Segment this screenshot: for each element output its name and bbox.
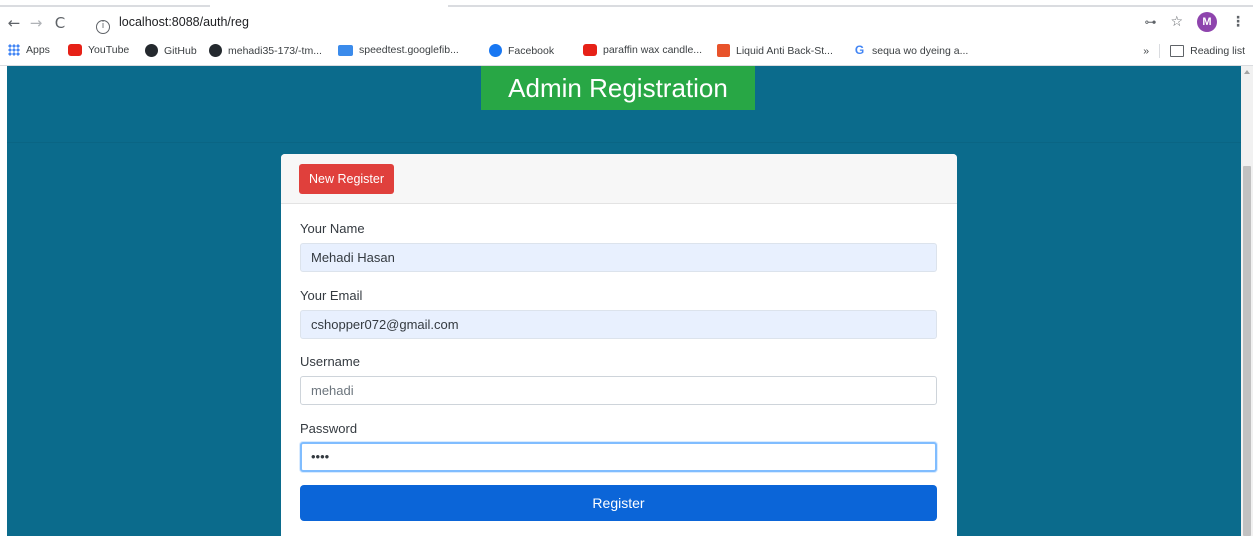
forward-icon[interactable]: → <box>26 13 46 33</box>
bookmark-label: GitHub <box>164 44 197 57</box>
browser-toolbar: ← → C i localhost:8088/auth/reg ⊶ ☆ M ⋮ <box>0 7 1253 38</box>
youtube-icon <box>583 44 597 56</box>
bookmarks-overflow-button[interactable]: » <box>1143 45 1149 57</box>
bookmark-label: YouTube <box>88 44 130 56</box>
key-icon[interactable]: ⊶ <box>1144 15 1156 29</box>
bookmark-liquid[interactable]: Liquid Anti Back-St... <box>717 44 833 57</box>
page-scrollbar[interactable] <box>1241 66 1253 536</box>
github-icon <box>145 44 158 57</box>
bookmark-facebook[interactable]: Facebook <box>489 44 554 57</box>
name-field[interactable]: Mehadi Hasan <box>300 243 937 272</box>
bookmark-mehadi-repo[interactable]: mehadi35-173/-tm... <box>209 44 322 57</box>
speedtest-icon <box>338 44 353 56</box>
youtube-icon <box>68 44 82 56</box>
reading-list-icon <box>1170 45 1185 57</box>
bookmark-label: sequa wo dyeing a... <box>872 44 969 57</box>
bookmarks-divider <box>1159 44 1161 58</box>
header-divider <box>7 142 1241 143</box>
page-title: Admin Registration <box>481 66 755 110</box>
bookmark-speedtest[interactable]: speedtest.googlefib... <box>338 44 459 56</box>
scroll-up-arrow-icon[interactable] <box>1244 70 1250 74</box>
email-label: Your Email <box>300 288 363 303</box>
bookmark-label: Apps <box>26 44 50 56</box>
reading-list-button[interactable]: Reading list <box>1170 45 1245 57</box>
github-icon <box>209 44 222 57</box>
apps-icon <box>8 44 20 56</box>
password-label: Password <box>300 421 358 436</box>
profile-avatar[interactable]: M <box>1197 12 1217 32</box>
toolbar-actions: ⊶ ☆ M ⋮ <box>1144 12 1245 32</box>
google-icon: G <box>854 43 865 57</box>
name-label: Your Name <box>300 221 365 236</box>
reload-icon[interactable]: C <box>50 13 70 33</box>
new-register-button[interactable]: New Register <box>299 164 395 194</box>
bookmark-sequa[interactable]: Gsequa wo dyeing a... <box>853 43 969 57</box>
bookmark-youtube[interactable]: YouTube <box>68 44 129 56</box>
bookmark-label: Liquid Anti Back-St... <box>736 44 833 57</box>
bookmark-paraffin[interactable]: paraffin wax candle... <box>583 44 702 56</box>
bookmark-github[interactable]: GitHub <box>145 44 197 57</box>
url-text: localhost:8088/auth/reg <box>119 15 249 29</box>
email-field[interactable]: cshopper072@gmail.com <box>300 310 937 339</box>
password-field[interactable]: •••• <box>300 442 937 472</box>
site-info-icon[interactable]: i <box>96 20 110 34</box>
bookmarks-right: » Reading list <box>1143 44 1245 58</box>
bookmark-label: mehadi35-173/-tm... <box>228 44 322 57</box>
back-icon[interactable]: ← <box>4 13 24 33</box>
username-label: Username <box>300 354 360 369</box>
username-field[interactable]: mehadi <box>300 376 937 405</box>
bookmark-label: Facebook <box>508 44 555 57</box>
site-icon <box>717 44 730 57</box>
facebook-icon <box>489 44 502 57</box>
bookmark-label: paraffin wax candle... <box>603 44 703 56</box>
tab-strip <box>0 0 1253 7</box>
reading-list-label: Reading list <box>1190 45 1245 57</box>
menu-icon[interactable]: ⋮ <box>1231 14 1245 30</box>
card-header: New Register <box>281 154 957 204</box>
register-button[interactable]: Register <box>300 485 937 521</box>
scrollbar-thumb[interactable] <box>1243 166 1251 536</box>
page-viewport: Admin Registration New Register Your Nam… <box>7 66 1241 536</box>
address-bar[interactable]: i localhost:8088/auth/reg <box>96 12 249 34</box>
bookmark-label: speedtest.googlefib... <box>359 44 459 56</box>
registration-card: New Register Your Name Mehadi Hasan Your… <box>281 154 957 536</box>
bookmarks-bar: Apps YouTube GitHub mehadi35-173/-tm... … <box>0 38 1253 66</box>
star-icon[interactable]: ☆ <box>1170 14 1183 30</box>
bookmark-apps[interactable]: Apps <box>8 44 50 56</box>
